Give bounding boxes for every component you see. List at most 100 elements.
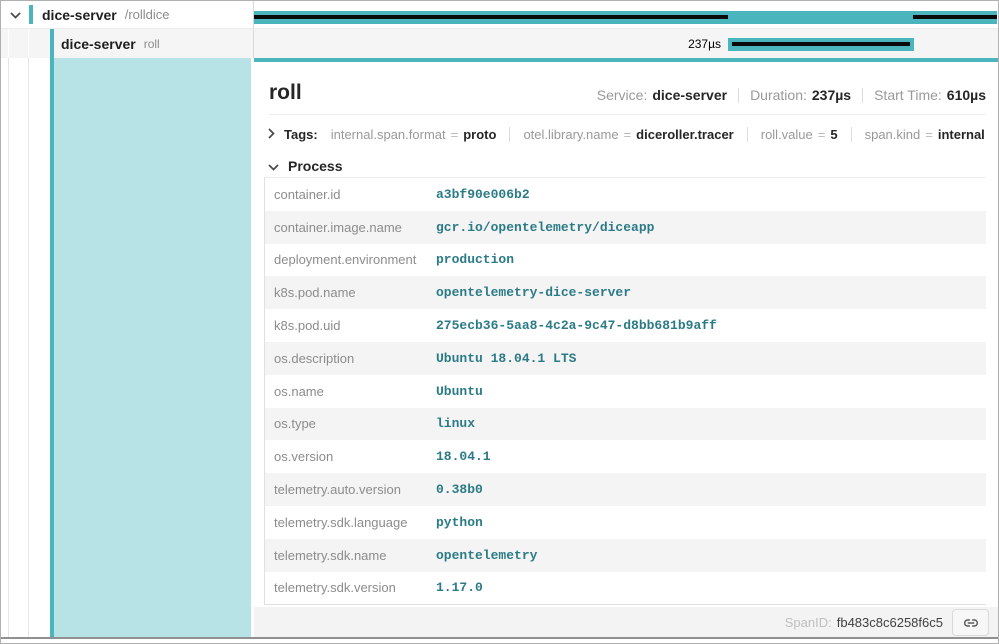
- span-operation-name: roll: [144, 37, 160, 51]
- row-value: 18.04.1: [436, 449, 491, 464]
- span-name-cell[interactable]: dice-server /rolldice: [1, 1, 254, 28]
- row-key: telemetry.sdk.name: [265, 548, 436, 563]
- service-value: dice-server: [652, 87, 727, 103]
- span-color-bar: [29, 5, 33, 24]
- tag-item: otel.library.name = diceroller.tracer: [510, 127, 747, 142]
- row-value: opentelemetry-dice-server: [436, 285, 631, 300]
- tag-equals: =: [451, 127, 459, 142]
- table-row: container.ida3bf90e006b2: [265, 178, 986, 211]
- chevron-down-icon[interactable]: [268, 158, 279, 174]
- table-row: os.nameUbuntu: [265, 375, 986, 408]
- tags-accordion[interactable]: Tags: internal.span.format = proto otel.…: [268, 123, 986, 146]
- row-value: Ubuntu 18.04.1 LTS: [436, 351, 576, 366]
- trace-span-rows: dice-server /rolldice dice-server roll 2…: [1, 1, 998, 58]
- start-time-label: Start Time:: [874, 87, 942, 103]
- indent-guide: [28, 58, 29, 637]
- table-row: os.descriptionUbuntu 18.04.1 LTS: [265, 342, 986, 375]
- tags-section-label: Tags:: [284, 127, 318, 142]
- window-bottom-edge: [1, 637, 998, 639]
- duration-label: Duration:: [750, 87, 807, 103]
- table-row: k8s.pod.uid275ecb36-5aa8-4c2a-9c47-d8bb6…: [265, 309, 986, 342]
- selected-span-highlight[interactable]: [54, 58, 251, 637]
- row-value: gcr.io/opentelemetry/diceapp: [436, 220, 654, 235]
- tag-equals: =: [624, 127, 632, 142]
- span-self-time-overlay: [732, 42, 910, 46]
- row-value: 275ecb36-5aa8-4c2a-9c47-d8bb681b9aff: [436, 318, 717, 333]
- row-value: python: [436, 515, 483, 530]
- divider: [862, 88, 863, 103]
- table-row: telemetry.auto.version0.38b0: [265, 473, 986, 506]
- tag-key: internal.span.format: [331, 127, 446, 142]
- span-bar-roll[interactable]: [728, 38, 914, 51]
- tag-item: internal.span.format = proto: [318, 127, 511, 142]
- row-key: telemetry.sdk.language: [265, 515, 436, 530]
- link-icon: [963, 615, 979, 631]
- chevron-down-icon[interactable]: [10, 6, 21, 24]
- tag-value: 5: [830, 127, 837, 142]
- tag-key: otel.library.name: [523, 127, 618, 142]
- span-detail-panel: roll Service: dice-server Duration: 237µ…: [254, 58, 998, 638]
- row-key: telemetry.auto.version: [265, 482, 436, 497]
- row-value: a3bf90e006b2: [436, 187, 530, 202]
- table-row: telemetry.sdk.nameopentelemetry: [265, 539, 986, 572]
- table-row: telemetry.sdk.version1.17.0: [265, 572, 986, 605]
- span-service-name: dice-server: [42, 7, 117, 23]
- process-key-value-table: container.ida3bf90e006b2 container.image…: [264, 177, 986, 605]
- tag-key: roll.value: [761, 127, 813, 142]
- indent-guide: [8, 58, 9, 637]
- span-id-label: SpanID:: [785, 615, 832, 630]
- span-overview: Service: dice-server Duration: 237µs Sta…: [597, 87, 986, 103]
- span-row-rolldice[interactable]: dice-server /rolldice: [1, 1, 998, 29]
- process-accordion[interactable]: Process: [268, 156, 342, 176]
- row-key: telemetry.sdk.version: [265, 580, 436, 595]
- span-bar-rolldice[interactable]: [253, 11, 997, 24]
- table-row: k8s.pod.nameopentelemetry-dice-server: [265, 276, 986, 309]
- row-key: container.id: [265, 187, 436, 202]
- divider: [269, 114, 986, 115]
- span-self-time-overlay: [913, 15, 997, 19]
- span-detail-footer: SpanID: fb483c8c6258f6c5: [254, 607, 998, 638]
- row-value: 1.17.0: [436, 580, 483, 595]
- row-key: os.type: [265, 416, 436, 431]
- chevron-right-icon[interactable]: [268, 127, 275, 142]
- row-key: container.image.name: [265, 220, 436, 235]
- row-value: 0.38b0: [436, 482, 483, 497]
- span-self-time-overlay: [253, 15, 728, 19]
- span-name-cell[interactable]: dice-server roll: [1, 29, 254, 58]
- row-key: os.name: [265, 384, 436, 399]
- span-color-bar: [50, 29, 54, 637]
- tag-equals: =: [818, 127, 826, 142]
- row-value: Ubuntu: [436, 384, 483, 399]
- table-row: os.version18.04.1: [265, 440, 986, 473]
- tag-item: span.kind = internal: [852, 127, 998, 142]
- divider: [738, 88, 739, 103]
- row-key: k8s.pod.uid: [265, 318, 436, 333]
- tag-value: internal: [938, 127, 985, 142]
- table-row: os.typelinux: [265, 408, 986, 441]
- row-key: os.description: [265, 351, 436, 366]
- row-value: linux: [436, 416, 475, 431]
- process-section-label: Process: [288, 158, 342, 174]
- span-duration-label: 237µs: [591, 38, 721, 51]
- jaeger-trace-timeline-view: dice-server /rolldice dice-server roll 2…: [0, 0, 999, 644]
- table-row: container.image.namegcr.io/opentelemetry…: [265, 211, 986, 244]
- span-id-value: fb483c8c6258f6c5: [837, 615, 943, 630]
- tag-item: roll.value = 5: [748, 127, 852, 142]
- row-value: production: [436, 252, 514, 267]
- span-service-name: dice-server: [61, 36, 136, 52]
- tag-equals: =: [925, 127, 933, 142]
- tag-key: span.kind: [865, 127, 921, 142]
- tag-value: diceroller.tracer: [636, 127, 734, 142]
- row-key: deployment.environment: [265, 252, 436, 267]
- row-key: k8s.pod.name: [265, 285, 436, 300]
- copy-link-button[interactable]: [952, 609, 989, 636]
- duration-value: 237µs: [812, 87, 851, 103]
- row-value: opentelemetry: [436, 548, 537, 563]
- row-key: os.version: [265, 449, 436, 464]
- table-row: deployment.environmentproduction: [265, 244, 986, 277]
- service-label: Service:: [597, 87, 648, 103]
- span-detail-title: roll: [269, 81, 302, 105]
- start-time-value: 610µs: [947, 87, 986, 103]
- tag-value: proto: [463, 127, 496, 142]
- table-row: telemetry.sdk.languagepython: [265, 506, 986, 539]
